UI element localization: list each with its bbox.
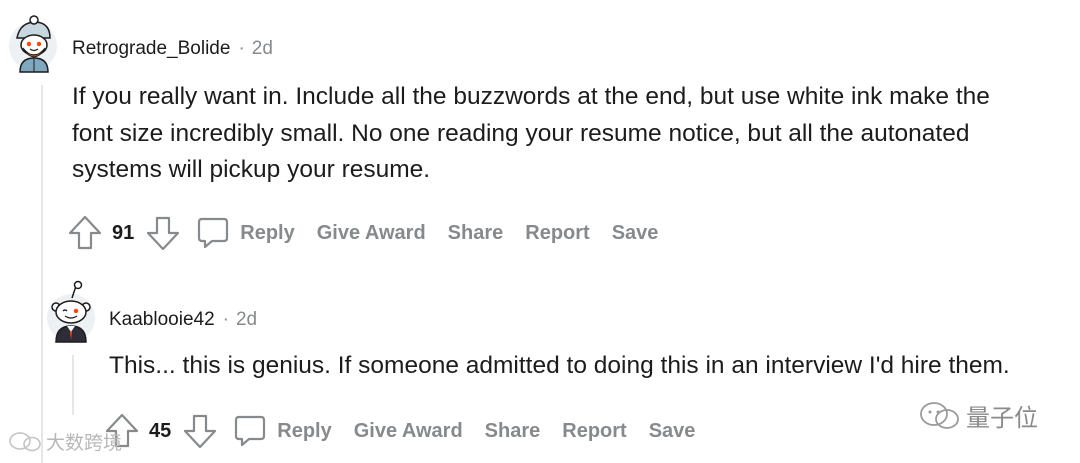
comment-actions: 45 Reply Give Award Share Report Save [105,412,695,450]
reply-label: Reply [240,221,295,244]
share-label: Share [484,419,541,442]
save-label: Save [611,221,659,244]
give-award-button[interactable]: Give Award [317,222,426,245]
reply-button[interactable]: Reply [196,216,295,250]
comment-time[interactable]: 2d [252,38,273,60]
downvote-icon [147,216,180,251]
meta-separator: · [222,309,229,330]
downvote-icon [184,414,217,449]
give-award-button[interactable]: Give Award [354,420,463,443]
comment-body-line: If you really want in. Include all the b… [72,83,990,110]
comment-actions: 91 Reply Give Award Share Report Save [68,214,658,252]
vote-count: 45 [149,419,172,442]
meta-separator: · [238,38,245,59]
comment-body-line: font size incredibly small. No one readi… [72,119,970,147]
author-name[interactable]: Kaablooie42 [109,309,215,331]
report-button[interactable]: Report [525,222,589,245]
comment-body: This... this is genius. If someone admit… [109,348,1010,385]
comment-meta: Kaablooie42 · 2d [109,309,257,331]
comment-body: If you really want in. Include all the b… [72,79,990,189]
watermark-left: 大数跨境 [8,428,122,455]
comment-body-line: This... this is genius. If someone admit… [109,352,1010,379]
vote-count: 91 [112,221,135,244]
snoo-avatar-icon [47,280,95,343]
report-label: Report [562,419,627,442]
save-button[interactable]: Save [649,420,696,443]
upvote-button[interactable] [68,215,102,251]
comment-time[interactable]: 2d [236,309,257,331]
comment-bubble-icon [235,415,266,447]
watermark-right: 量子位 [918,398,1038,433]
snoo-avatar-icon [9,15,57,73]
thread-line-root[interactable] [41,85,43,463]
avatar[interactable] [8,14,58,74]
reply-button[interactable]: Reply [233,414,332,448]
give-award-label: Give Award [316,221,426,244]
reply-label: Reply [277,419,332,442]
share-button[interactable]: Share [448,222,504,245]
downvote-button[interactable] [146,215,180,251]
comment-meta: Retrograde_Bolide · 2d [72,38,273,60]
comment-bubble-icon [198,217,229,249]
save-button[interactable]: Save [612,222,659,245]
thread-line-reply[interactable] [72,355,74,415]
watermark-right-text: 量子位 [966,404,1038,432]
watermark-left-text: 大数跨境 [46,432,123,454]
save-label: Save [648,419,696,442]
wechat-icon [920,401,959,429]
avatar[interactable] [46,280,96,344]
upvote-icon [68,215,102,250]
share-button[interactable]: Share [485,420,541,443]
give-award-label: Give Award [353,419,463,442]
share-label: Share [447,221,504,244]
report-label: Report [525,221,590,244]
comment-body-line: systems will pickup your resume. [72,156,431,183]
report-button[interactable]: Report [562,420,626,443]
downvote-button[interactable] [183,413,217,449]
author-name[interactable]: Retrograde_Bolide [72,38,230,60]
chat-icon [9,431,41,451]
